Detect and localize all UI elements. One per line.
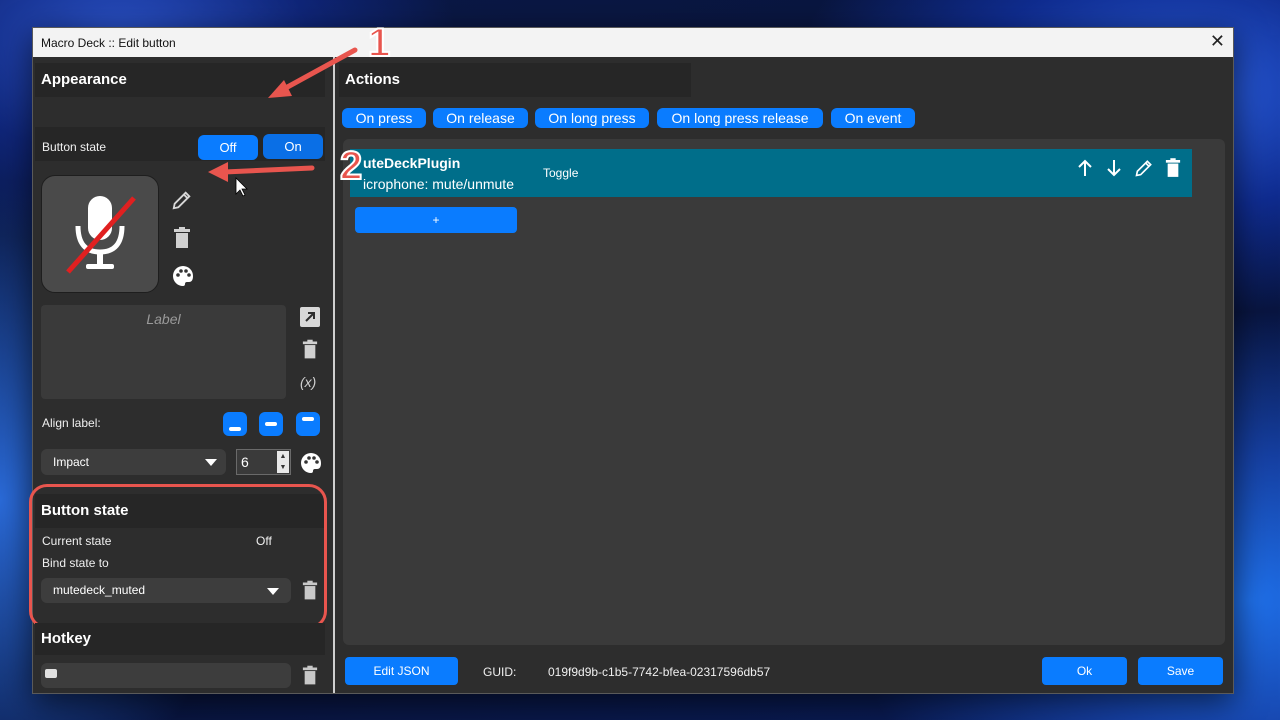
annotation-arrow-one: [279, 47, 358, 93]
annotation-arrow-two: [221, 165, 315, 175]
mouse-cursor-icon: [235, 177, 248, 197]
annotation-arrowhead-two: [208, 162, 228, 182]
annotation-arrowhead-one: [268, 80, 292, 98]
annotation-number-two: 2: [339, 144, 363, 188]
annotation-number-one: 1: [367, 21, 391, 65]
annotation-overlay: [208, 47, 358, 197]
